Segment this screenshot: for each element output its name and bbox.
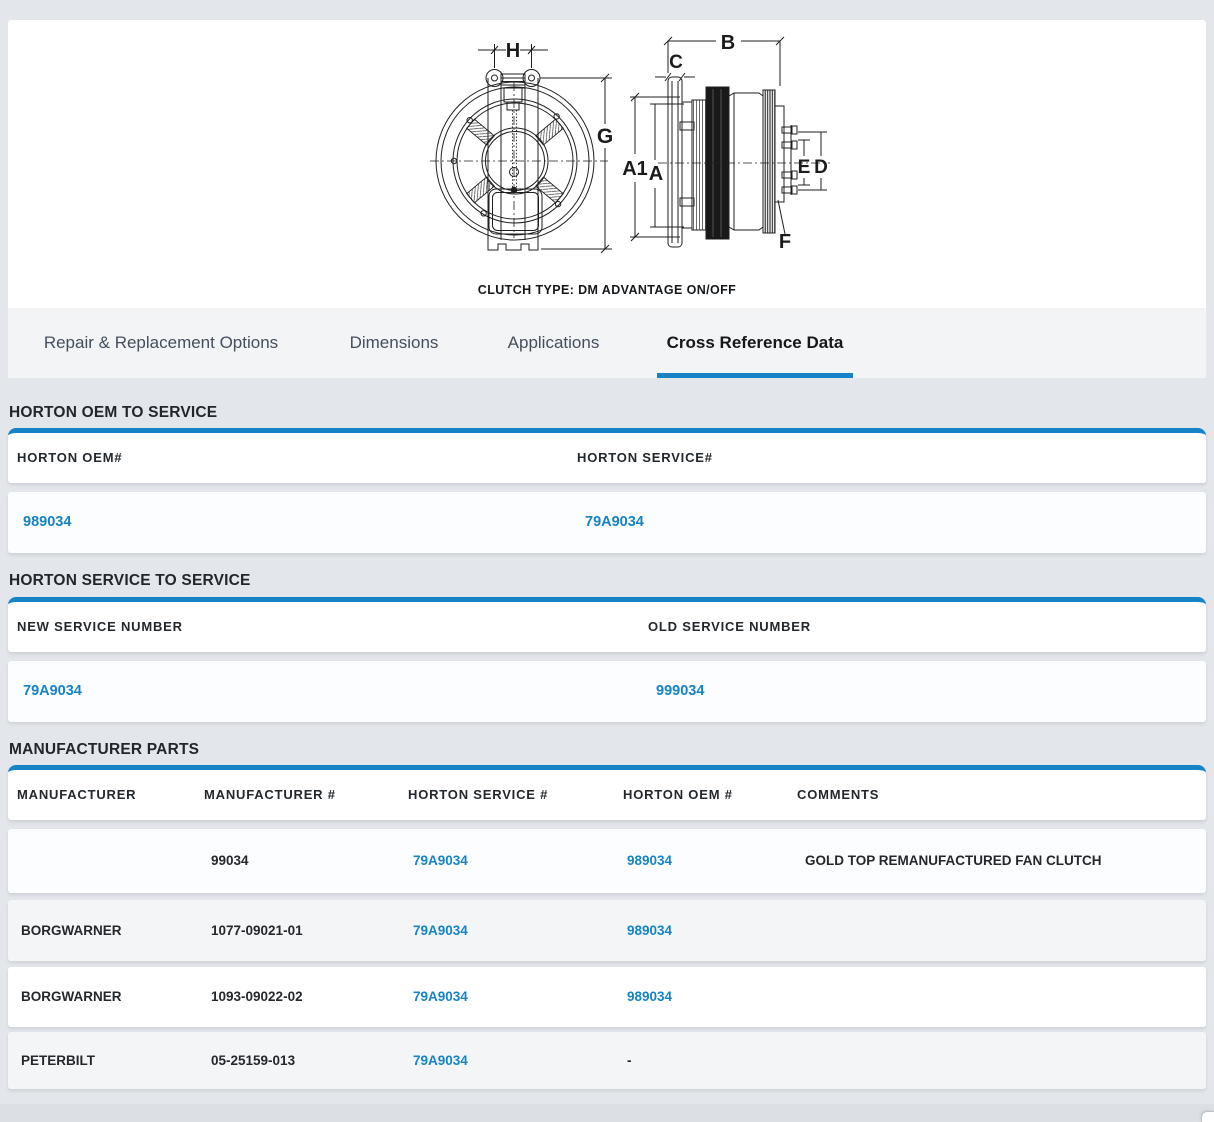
oem-number-link[interactable]: 989034: [23, 492, 71, 553]
col-horton-oem: HORTON OEM#: [17, 433, 122, 483]
cell-manufacturer: BORGWARNER: [21, 900, 122, 961]
active-tab-underline: [657, 373, 853, 378]
old-service-number-link[interactable]: 999034: [656, 661, 704, 722]
service-to-service-row: 79A9034 999034: [8, 661, 1206, 722]
corner-widget-button[interactable]: [1201, 1111, 1214, 1122]
oem-to-service-row: 989034 79A9034: [8, 492, 1206, 553]
service-number-link[interactable]: 79A9034: [585, 492, 644, 553]
section-title-manufacturer-parts: MANUFACTURER PARTS: [9, 741, 199, 759]
table-row: 99034 79A9034 989034 GOLD TOP REMANUFACT…: [8, 829, 1206, 893]
new-service-number-link[interactable]: 79A9034: [23, 661, 82, 722]
dim-label-d: D: [814, 157, 828, 178]
cell-horton-oem-link[interactable]: 989034: [627, 967, 672, 1027]
tab-cross-reference-data-label: Cross Reference Data: [667, 333, 844, 352]
cell-horton-oem-dash: -: [627, 1032, 632, 1089]
col-manufacturer-number: MANUFACTURER #: [204, 770, 336, 820]
tab-applications[interactable]: Applications: [502, 308, 605, 378]
tab-repair-replacement-options[interactable]: Repair & Replacement Options: [35, 308, 287, 378]
oem-to-service-header: HORTON OEM# HORTON SERVICE#: [8, 428, 1206, 483]
dim-label-e: E: [798, 157, 811, 178]
col-comments: COMMENTS: [797, 770, 879, 820]
dim-label-c: C: [669, 52, 683, 73]
footer-band: [0, 1104, 1214, 1122]
clutch-technical-drawing: H G B C A1 A E D F: [428, 30, 838, 262]
dim-label-a1: A1: [622, 158, 648, 180]
cell-comments: GOLD TOP REMANUFACTURED FAN CLUTCH: [805, 829, 1102, 893]
section-title-service-to-service: HORTON SERVICE TO SERVICE: [9, 572, 251, 590]
clutch-type-caption: CLUTCH TYPE: DM ADVANTAGE ON/OFF: [8, 283, 1206, 297]
col-horton-service: HORTON SERVICE#: [577, 433, 713, 483]
manufacturer-parts-header: MANUFACTURER MANUFACTURER # HORTON SERVI…: [8, 765, 1206, 820]
page: H G B C A1 A E D F CLUTCH TYPE: DM ADVAN…: [0, 0, 1214, 1122]
dim-label-b: B: [721, 32, 735, 54]
cell-manufacturer-number: 1093-09022-02: [211, 967, 303, 1027]
cell-horton-oem-link[interactable]: 989034: [627, 829, 672, 893]
service-to-service-header: NEW SERVICE NUMBER OLD SERVICE NUMBER: [8, 597, 1206, 652]
cell-horton-service-link[interactable]: 79A9034: [413, 1032, 468, 1089]
cell-manufacturer-number: 05-25159-013: [211, 1032, 295, 1089]
tab-cross-reference-data[interactable]: Cross Reference Data: [657, 308, 853, 378]
tab-dimensions[interactable]: Dimensions: [345, 308, 443, 378]
cell-horton-service-link[interactable]: 79A9034: [413, 829, 468, 893]
cell-horton-oem-link[interactable]: 989034: [627, 900, 672, 961]
section-title-oem-to-service: HORTON OEM TO SERVICE: [9, 404, 217, 422]
table-row: BORGWARNER 1093-09022-02 79A9034 989034: [8, 967, 1206, 1027]
cell-manufacturer: PETERBILT: [21, 1032, 95, 1089]
cell-horton-service-link[interactable]: 79A9034: [413, 967, 468, 1027]
col-manufacturer: MANUFACTURER: [17, 770, 136, 820]
dim-label-h: H: [506, 40, 520, 62]
tab-bar: Repair & Replacement Options Dimensions …: [8, 308, 1206, 378]
dim-label-g: G: [597, 125, 613, 148]
col-horton-oem-number: HORTON OEM #: [623, 770, 733, 820]
cell-horton-service-link[interactable]: 79A9034: [413, 900, 468, 961]
dim-label-a: A: [649, 163, 663, 185]
table-row: PETERBILT 05-25159-013 79A9034 -: [8, 1032, 1206, 1089]
col-new-service-number: NEW SERVICE NUMBER: [17, 602, 183, 652]
drawing-card: H G B C A1 A E D F CLUTCH TYPE: DM ADVAN…: [8, 20, 1206, 308]
cell-manufacturer: BORGWARNER: [21, 967, 122, 1027]
table-row: BORGWARNER 1077-09021-01 79A9034 989034: [8, 900, 1206, 961]
dim-label-f: F: [779, 231, 791, 253]
col-horton-service-number: HORTON SERVICE #: [408, 770, 548, 820]
cell-manufacturer-number: 1077-09021-01: [211, 900, 303, 961]
col-old-service-number: OLD SERVICE NUMBER: [648, 602, 811, 652]
cell-manufacturer-number: 99034: [211, 829, 249, 893]
